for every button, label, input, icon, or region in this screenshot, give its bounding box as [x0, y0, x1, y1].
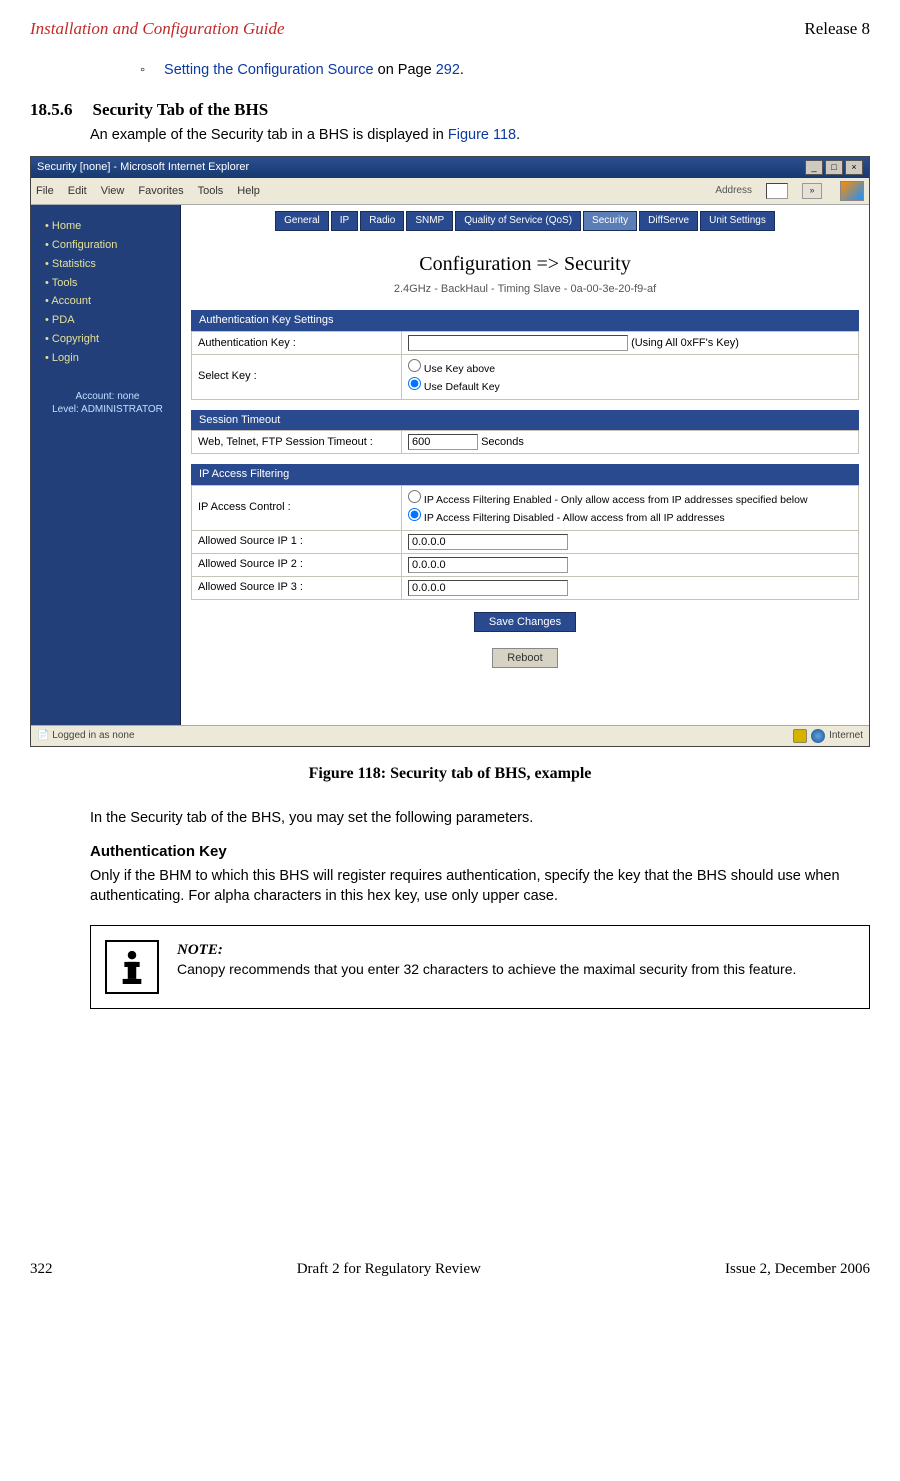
tab-radio[interactable]: Radio	[360, 211, 404, 231]
tab-unit-settings[interactable]: Unit Settings	[700, 211, 775, 231]
sidebar-item-copyright[interactable]: Copyright	[45, 330, 170, 349]
ie-logo-icon	[840, 181, 864, 201]
tab-general[interactable]: General	[275, 211, 329, 231]
internet-zone-icon	[811, 729, 825, 743]
tab-diffserve[interactable]: DiffServe	[639, 211, 698, 231]
footer-center: Draft 2 for Regulatory Review	[297, 1259, 481, 1279]
status-bar: 📄 Logged in as none Internet	[31, 725, 869, 746]
main-panel: General IP Radio SNMP Quality of Service…	[181, 205, 869, 725]
label-select-key: Select Key :	[192, 355, 402, 399]
account-line: Account: none	[45, 390, 170, 404]
sidebar-item-pda[interactable]: PDA	[45, 311, 170, 330]
account-level: Level: ADMINISTRATOR	[45, 403, 170, 417]
unit-seconds: Seconds	[481, 436, 524, 448]
sidebar-item-configuration[interactable]: Configuration	[45, 236, 170, 255]
radio-use-default-key[interactable]	[408, 377, 421, 390]
sidebar-item-home[interactable]: Home	[45, 217, 170, 236]
para-after-figure: In the Security tab of the BHS, you may …	[90, 809, 870, 829]
radio-label: IP Access Filtering Enabled - Only allow…	[424, 494, 808, 506]
radio-label: IP Access Filtering Disabled - Allow acc…	[424, 512, 725, 524]
nav-sidebar: Home Configuration Statistics Tools Acco…	[31, 205, 181, 725]
note-box: NOTE: Canopy recommends that you enter 3…	[90, 925, 870, 1009]
browser-window: Security [none] - Microsoft Internet Exp…	[30, 156, 870, 747]
link-page-292[interactable]: 292	[436, 62, 460, 78]
text: .	[516, 127, 520, 143]
menu-bar: File Edit View Favorites Tools Help Addr…	[31, 178, 869, 205]
sidebar-item-statistics[interactable]: Statistics	[45, 255, 170, 274]
auth-key-input[interactable]	[408, 335, 628, 351]
text: An example of the Security tab in a BHS …	[90, 127, 448, 143]
text: .	[460, 62, 464, 78]
window-titlebar: Security [none] - Microsoft Internet Exp…	[31, 157, 869, 178]
label-session-timeout: Web, Telnet, FTP Session Timeout :	[192, 431, 402, 454]
menu-view[interactable]: View	[101, 184, 125, 199]
link-figure-118[interactable]: Figure 118	[448, 127, 516, 143]
section-title: Security Tab of the BHS	[93, 100, 269, 119]
note-body: Canopy recommends that you enter 32 char…	[177, 960, 796, 979]
note-label: NOTE:	[177, 940, 796, 960]
sidebar-item-login[interactable]: Login	[45, 349, 170, 368]
radio-ip-filter-disabled[interactable]	[408, 508, 421, 521]
menu-tools[interactable]: Tools	[198, 184, 224, 199]
allowed-ip1-input[interactable]	[408, 534, 568, 550]
menu-favorites[interactable]: Favorites	[138, 184, 183, 199]
device-info: 2.4GHz - BackHaul - Timing Slave - 0a-00…	[191, 282, 859, 297]
minimize-button[interactable]: _	[805, 160, 823, 175]
subhead-auth-key: Authentication Key	[90, 842, 870, 862]
auth-key-note: (Using All 0xFF's Key)	[631, 337, 739, 349]
save-changes-button[interactable]: Save Changes	[474, 612, 576, 632]
para-auth-key: Only if the BHM to which this BHS will r…	[90, 867, 870, 906]
reboot-button[interactable]: Reboot	[492, 648, 557, 668]
footer-right: Issue 2, December 2006	[725, 1259, 870, 1279]
section-bar-auth: Authentication Key Settings	[191, 310, 859, 331]
radio-use-key-above[interactable]	[408, 359, 421, 372]
label-ip-access-control: IP Access Control :	[192, 486, 402, 530]
close-button[interactable]: ×	[845, 160, 863, 175]
label-auth-key: Authentication Key :	[192, 332, 402, 355]
label-allowed-ip1: Allowed Source IP 1 :	[192, 530, 402, 553]
tab-ip[interactable]: IP	[331, 211, 358, 231]
section-bar-ipfilter: IP Access Filtering	[191, 464, 859, 485]
status-text-left: 📄 Logged in as none	[37, 729, 135, 743]
section-bar-session: Session Timeout	[191, 410, 859, 431]
radio-ip-filter-enabled[interactable]	[408, 490, 421, 503]
bullet-item: ◦ Setting the Configuration Source on Pa…	[140, 61, 870, 81]
figure-caption: Figure 118: Security tab of BHS, example	[30, 763, 870, 785]
label-allowed-ip3: Allowed Source IP 3 :	[192, 576, 402, 599]
page-title: Configuration => Security	[191, 251, 859, 278]
info-icon	[105, 940, 159, 994]
menu-edit[interactable]: Edit	[68, 184, 87, 199]
tab-security[interactable]: Security	[583, 211, 637, 231]
sidebar-item-account[interactable]: Account	[45, 292, 170, 311]
maximize-button[interactable]: □	[825, 160, 843, 175]
text: on Page	[374, 62, 436, 78]
radio-label: Use Key above	[424, 363, 495, 375]
window-title: Security [none] - Microsoft Internet Exp…	[37, 160, 249, 175]
tabs-row: General IP Radio SNMP Quality of Service…	[191, 211, 859, 231]
go-button[interactable]: »	[802, 183, 822, 199]
menu-file[interactable]: File	[36, 184, 54, 199]
menu-help[interactable]: Help	[237, 184, 260, 199]
label-allowed-ip2: Allowed Source IP 2 :	[192, 553, 402, 576]
page-number: 322	[30, 1259, 53, 1279]
sidebar-item-tools[interactable]: Tools	[45, 274, 170, 293]
lock-icon	[793, 729, 807, 743]
radio-label: Use Default Key	[424, 381, 500, 393]
tab-qos[interactable]: Quality of Service (QoS)	[455, 211, 581, 231]
doc-title: Installation and Configuration Guide	[30, 18, 285, 41]
link-config-source[interactable]: Setting the Configuration Source	[164, 62, 374, 78]
address-label: Address	[715, 184, 752, 198]
allowed-ip2-input[interactable]	[408, 557, 568, 573]
status-text-right: Internet	[829, 729, 863, 743]
section-heading: 18.5.6 Security Tab of the BHS	[30, 99, 870, 122]
tab-snmp[interactable]: SNMP	[406, 211, 453, 231]
allowed-ip3-input[interactable]	[408, 580, 568, 596]
release-label: Release 8	[804, 18, 870, 41]
intro-para: An example of the Security tab in a BHS …	[90, 126, 870, 146]
session-timeout-input[interactable]	[408, 434, 478, 450]
section-number: 18.5.6	[30, 100, 73, 119]
address-input[interactable]	[766, 183, 788, 199]
